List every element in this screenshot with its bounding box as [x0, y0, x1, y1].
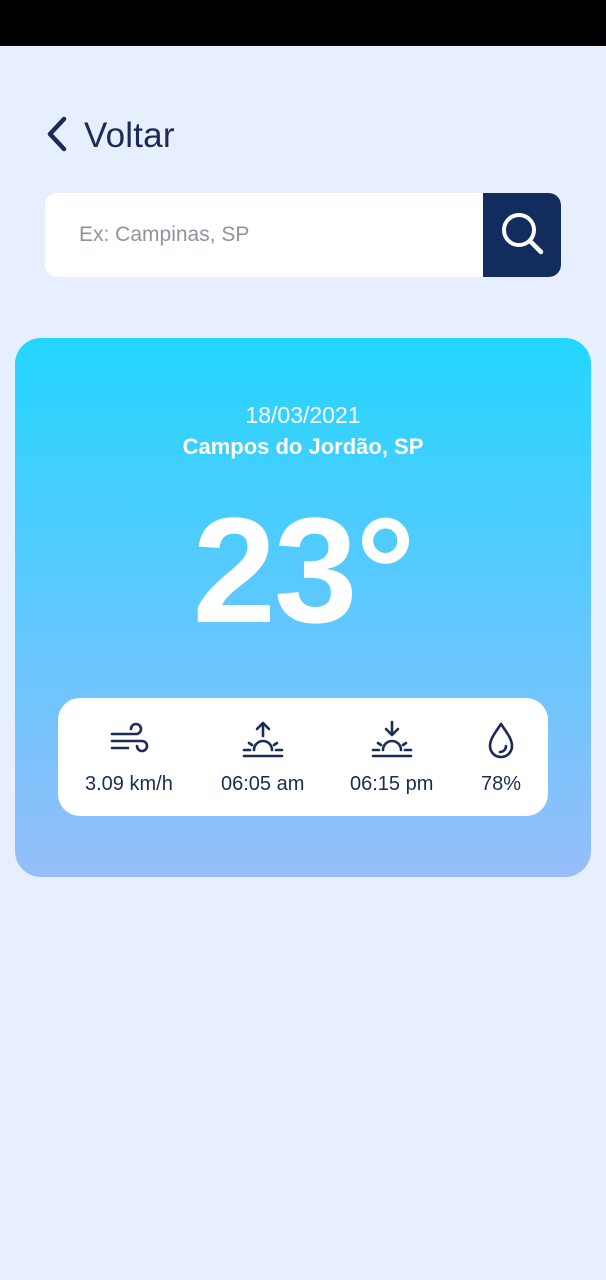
search-bar: [45, 193, 561, 277]
wind-stat: 3.09 km/h: [85, 720, 173, 796]
sunset-value: 06:15 pm: [350, 773, 434, 795]
wind-icon: [108, 720, 150, 767]
humidity-value: 78%: [480, 773, 522, 795]
back-button[interactable]: Voltar: [44, 112, 175, 160]
sunrise-icon: [242, 720, 284, 767]
search-icon: [499, 210, 545, 261]
status-bar: [0, 0, 606, 46]
chevron-left-icon: [44, 116, 70, 157]
humidity-stat: 78%: [480, 720, 522, 796]
back-label: Voltar: [84, 116, 175, 155]
sunrise-value: 06:05 am: [221, 773, 305, 795]
sunset-stat: 06:15 pm: [350, 720, 433, 796]
sunset-icon: [371, 720, 413, 767]
wind-value: 3.09 km/h: [85, 773, 173, 795]
temperature: 23°: [192, 486, 416, 654]
weather-city: Campos do Jordão, SP: [182, 434, 424, 459]
humidity-drop-icon: [480, 720, 522, 767]
sunrise-stat: 06:05 am: [221, 720, 304, 796]
weather-details: 3.09 km/h 06:05 am 06:15 pm 78%: [58, 698, 548, 816]
weather-date: 18/03/2021: [245, 402, 361, 428]
search-input[interactable]: [45, 193, 483, 277]
weather-card: 18/03/2021 Campos do Jordão, SP 23° 3.09…: [15, 338, 591, 877]
search-button[interactable]: [483, 193, 561, 277]
